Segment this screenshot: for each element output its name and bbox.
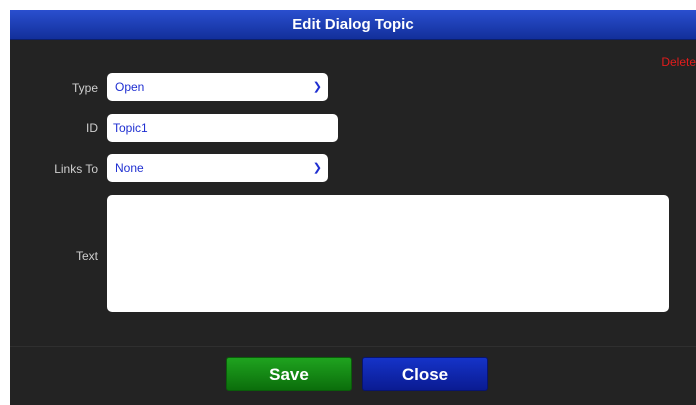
- close-button[interactable]: Close: [362, 357, 488, 391]
- text-textarea[interactable]: [107, 195, 669, 312]
- footer-divider: [10, 346, 696, 347]
- id-label: ID: [86, 121, 98, 135]
- type-select[interactable]: Open ❯: [107, 73, 328, 101]
- links-to-select[interactable]: None ❯: [107, 154, 328, 182]
- delete-link[interactable]: Delete: [661, 55, 696, 69]
- chevron-down-icon: ❯: [312, 162, 322, 174]
- edit-dialog-topic-dialog: Edit Dialog Topic Delete Type Open ❯ ID …: [10, 10, 696, 405]
- dialog-titlebar: Edit Dialog Topic: [10, 10, 696, 40]
- chevron-down-icon: ❯: [312, 81, 322, 93]
- type-label: Type: [71, 81, 98, 95]
- save-button[interactable]: Save: [226, 357, 352, 391]
- links-to-select-value: None: [115, 161, 144, 175]
- text-label: Text: [75, 249, 98, 263]
- type-select-value: Open: [115, 80, 145, 94]
- dialog-title: Edit Dialog Topic: [292, 16, 414, 33]
- links-to-label: Links To: [54, 162, 98, 176]
- id-input[interactable]: Topic1: [107, 114, 338, 142]
